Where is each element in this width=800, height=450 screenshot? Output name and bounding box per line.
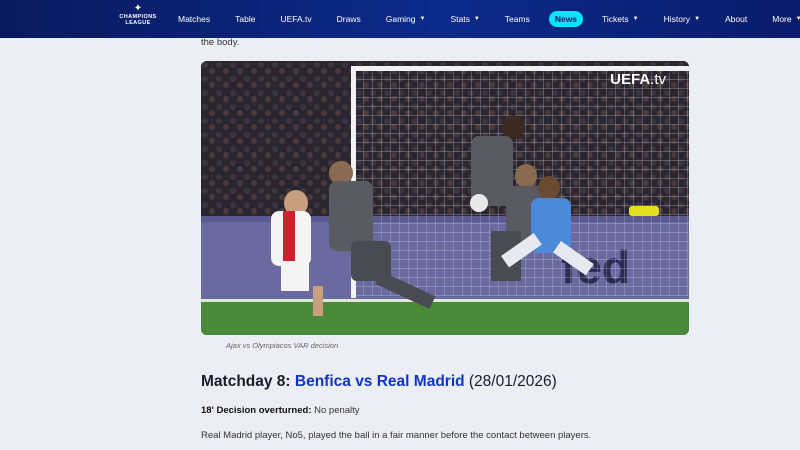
watermark-suffix: .tv xyxy=(650,71,666,88)
nav-item-draws[interactable]: Draws xyxy=(337,14,361,24)
nav-item-gaming[interactable]: Gaming ▼ xyxy=(386,14,426,24)
nav-item-table[interactable]: Table xyxy=(235,14,255,24)
uefa-tv-watermark: UEFA.tv xyxy=(610,71,666,88)
nav-item-label: Teams xyxy=(504,14,530,24)
decision-label: 18' Decision overturned: xyxy=(201,405,312,416)
chevron-down-icon: ▼ xyxy=(694,16,701,22)
nav-item-stats[interactable]: Stats ▼ xyxy=(450,14,479,24)
section-heading: Matchday 8: Benfica vs Real Madrid (28/0… xyxy=(201,373,557,391)
nav-item-label: Tickets xyxy=(602,14,629,24)
nav-item-matches[interactable]: Matches xyxy=(178,14,210,24)
nav-item-uefa-tv[interactable]: UEFA.tv xyxy=(280,14,311,24)
decision-explanation: Real Madrid player, No5, played the ball… xyxy=(201,430,592,441)
starball-icon: ✦ xyxy=(133,3,143,14)
article-lead-text: the body. xyxy=(201,37,240,48)
nav-item-teams[interactable]: Teams xyxy=(505,14,530,24)
article-content: the body. fed xyxy=(201,37,689,441)
watermark-brand: UEFA xyxy=(610,71,651,88)
nav-item-label: Table xyxy=(235,14,256,24)
nav-item-label: UEFA.tv xyxy=(280,14,312,24)
nav-item-label: Gaming xyxy=(385,14,416,24)
nav-item-history[interactable]: History ▼ xyxy=(664,14,700,24)
nav-item-label: News xyxy=(554,14,578,24)
nav-item-label: History xyxy=(663,14,691,24)
nav-item-label: More xyxy=(772,14,792,24)
chevron-down-icon: ▼ xyxy=(795,16,800,22)
heading-prefix: Matchday 8: xyxy=(201,373,295,390)
heading-date: (28/01/2026) xyxy=(464,373,557,390)
chevron-down-icon: ▼ xyxy=(632,16,639,22)
var-clip-still: fed xyxy=(201,61,689,335)
video-caption: Ajax vs Olympiacos VAR decision xyxy=(226,341,339,350)
nav-item-news[interactable]: News xyxy=(548,11,584,27)
nav-menu: Matches Table UEFA.tv Draws Gaming ▼ Stats ▼ Tea… xyxy=(178,0,800,38)
decision-line: 18' Decision overturned: No penalty xyxy=(201,405,360,416)
nav-item-more[interactable]: More ▼ xyxy=(772,14,800,24)
top-navigation-bar: ✦ CHAMPIONS LEAGUE Matches Table UEFA.tv Dr… xyxy=(0,0,800,38)
chevron-down-icon: ▼ xyxy=(473,16,480,22)
nav-item-tickets[interactable]: Tickets ▼ xyxy=(602,14,639,24)
chevron-down-icon: ▼ xyxy=(419,16,426,22)
nav-item-label: Draws xyxy=(336,14,361,24)
nav-item-label: Matches xyxy=(178,14,211,24)
decision-value: No penalty xyxy=(311,405,360,416)
logo-text-line2: LEAGUE xyxy=(125,20,151,26)
nav-item-about[interactable]: About xyxy=(725,14,747,24)
match-link[interactable]: Benfica vs Real Madrid xyxy=(295,373,465,390)
champions-league-logo[interactable]: ✦ CHAMPIONS LEAGUE xyxy=(117,4,159,34)
video-player[interactable]: fed xyxy=(201,61,689,335)
nav-item-label: About xyxy=(725,14,748,24)
nav-item-label: Stats xyxy=(450,14,470,24)
